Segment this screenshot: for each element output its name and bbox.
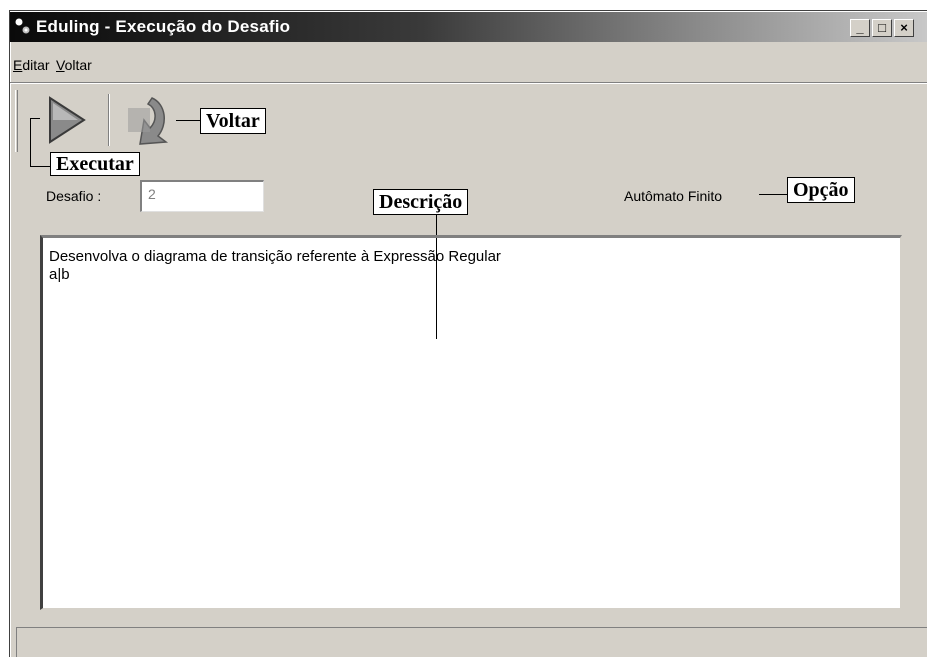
desafio-label: Desafio : <box>46 188 102 204</box>
menu-separator <box>10 82 927 84</box>
descricao-leader-line-inner <box>436 238 437 339</box>
title-bar[interactable]: Eduling - Execução do Desafio _ □ × <box>10 12 927 42</box>
menu-voltar[interactable]: Voltar <box>56 57 92 73</box>
executar-callout: Executar <box>50 152 140 176</box>
play-icon <box>49 96 86 144</box>
description-line-1: Desenvolva o diagrama de transição refer… <box>49 248 501 265</box>
back-arrow-icon <box>128 97 169 145</box>
desafio-field[interactable]: 2 <box>140 180 264 212</box>
voltar-leader-line <box>176 120 200 121</box>
executar-bracket-top <box>30 118 40 119</box>
minimize-button[interactable]: _ <box>850 19 870 37</box>
maximize-button[interactable]: □ <box>872 19 892 37</box>
description-textarea[interactable]: Desenvolva o diagrama de transição refer… <box>40 235 902 610</box>
execute-button[interactable] <box>40 92 96 148</box>
option-label: Autômato Finito <box>624 188 723 204</box>
opcao-leader-line <box>759 194 787 195</box>
executar-bracket-bottom <box>30 166 50 167</box>
toolbar-divider <box>108 94 110 146</box>
app-icon <box>15 18 30 34</box>
status-bar <box>16 627 927 657</box>
descricao-callout: Descrição <box>373 189 469 215</box>
back-button[interactable] <box>120 92 176 148</box>
executar-bracket-vertical <box>30 118 31 166</box>
menu-editar[interactable]: Editar <box>13 57 50 73</box>
menu-bar: Editar Voltar <box>10 44 927 80</box>
close-button[interactable]: × <box>894 19 914 37</box>
toolbar-grip[interactable] <box>15 90 18 152</box>
description-line-2: a|b <box>49 266 70 283</box>
opcao-callout: Opção <box>787 177 855 203</box>
window-title: Eduling - Execução do Desafio <box>36 17 291 36</box>
voltar-callout: Voltar <box>200 108 266 134</box>
